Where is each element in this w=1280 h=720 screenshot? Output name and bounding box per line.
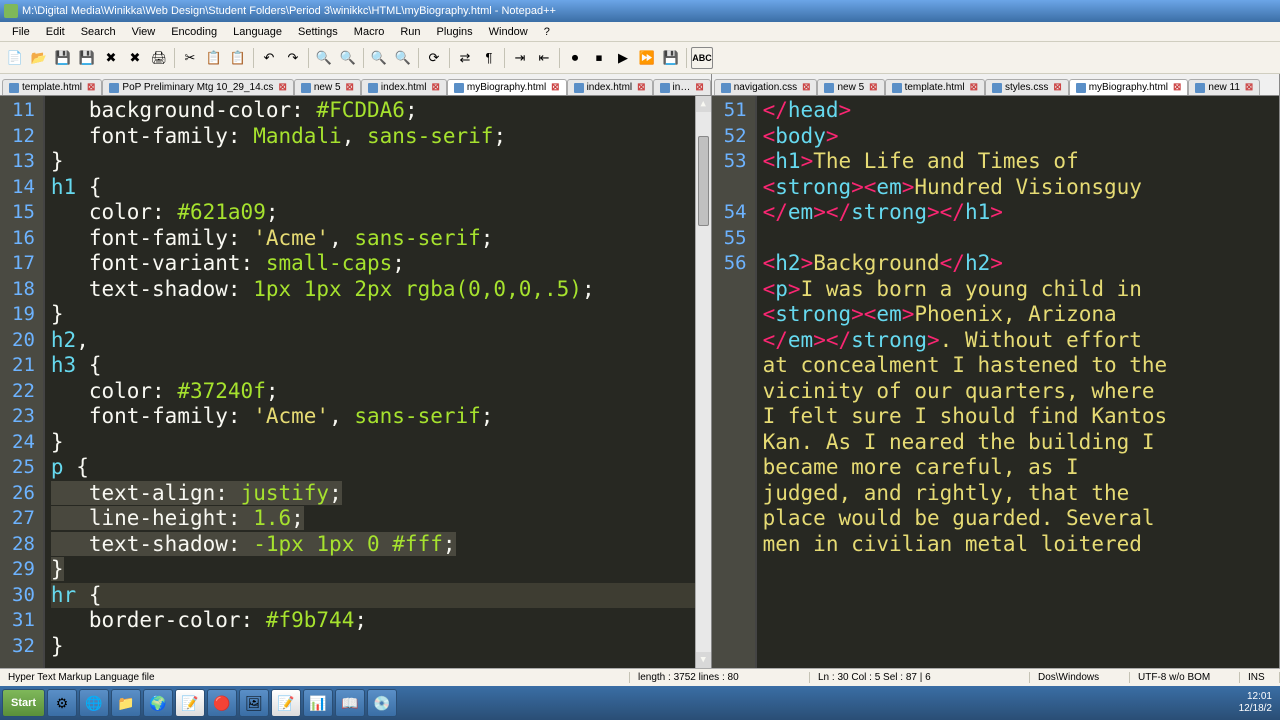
right-tabs: navigation.css⊠new 5⊠template.html⊠style… [712, 74, 1279, 96]
task-app-2[interactable]: 🌐 [79, 689, 109, 717]
tab[interactable]: myBiography.html⊠ [447, 79, 567, 95]
right-pane: navigation.css⊠new 5⊠template.html⊠style… [712, 74, 1280, 668]
task-app-8[interactable]: 📝 [271, 689, 301, 717]
tab[interactable]: template.html⊠ [885, 79, 985, 95]
indent-icon[interactable]: ⇥ [509, 47, 531, 69]
status-length: length : 3752 lines : 80 [630, 672, 810, 683]
menu-language[interactable]: Language [225, 24, 290, 40]
tab[interactable]: new 5⊠ [294, 79, 361, 95]
right-gutter: 515253545556 [712, 96, 755, 668]
status-position: Ln : 30 Col : 5 Sel : 87 | 6 [810, 672, 1030, 683]
menu-encoding[interactable]: Encoding [163, 24, 225, 40]
status-filetype: Hyper Text Markup Language file [0, 672, 630, 683]
scroll-thumb[interactable] [698, 136, 709, 226]
tab[interactable]: new 11⊠ [1188, 79, 1260, 95]
menu-?[interactable]: ? [536, 24, 558, 40]
menu-edit[interactable]: Edit [38, 24, 73, 40]
save-macro-icon[interactable]: 💾 [660, 47, 682, 69]
scroll-up-icon[interactable]: ▲ [696, 96, 711, 112]
right-code[interactable]: </head><body><h1>The Life and Times of <… [755, 96, 1279, 668]
copy-icon[interactable]: 📋 [203, 47, 225, 69]
split-view: template.html⊠PoP Preliminary Mtg 10_29_… [0, 74, 1280, 668]
status-insert: INS [1240, 672, 1280, 683]
task-app-10[interactable]: 📖 [335, 689, 365, 717]
new-file-icon[interactable]: 📄 [4, 47, 26, 69]
menu-settings[interactable]: Settings [290, 24, 346, 40]
toolbar: 📄 📂 💾 💾 ✖ ✖ 🖨 ✂ 📋 📋 ↶ ↷ 🔍 🔍 🔍 🔍 ⟳ ⇄ ¶ ⇥ … [0, 42, 1280, 74]
tab[interactable]: index.html⊠ [567, 79, 653, 95]
play-multi-icon[interactable]: ⏩ [636, 47, 658, 69]
menubar: FileEditSearchViewEncodingLanguageSettin… [0, 22, 1280, 42]
left-editor[interactable]: 1112131415161718192021222324252627282930… [0, 96, 711, 668]
tab[interactable]: new 5⊠ [817, 79, 884, 95]
statusbar: Hyper Text Markup Language file length :… [0, 668, 1280, 686]
system-tray[interactable]: 12:01 12/18/2 [1233, 691, 1278, 715]
menu-search[interactable]: Search [73, 24, 124, 40]
app-icon [4, 4, 18, 18]
spellcheck-icon[interactable]: ABC [691, 47, 713, 69]
left-gutter: 1112131415161718192021222324252627282930… [0, 96, 43, 668]
outdent-icon[interactable]: ⇤ [533, 47, 555, 69]
undo-icon[interactable]: ↶ [258, 47, 280, 69]
left-code[interactable]: background-color: #FCDDA6; font-family: … [43, 96, 711, 668]
tab[interactable]: template.html⊠ [2, 79, 102, 95]
zoom-out-icon[interactable]: 🔍 [392, 47, 414, 69]
paste-icon[interactable]: 📋 [227, 47, 249, 69]
tray-time: 12:01 [1239, 691, 1272, 703]
scroll-down-icon[interactable]: ▼ [696, 652, 711, 668]
task-app-9[interactable]: 📊 [303, 689, 333, 717]
tab[interactable]: PoP Preliminary Mtg 10_29_14.cs⊠ [102, 79, 293, 95]
status-encoding: UTF-8 w/o BOM [1130, 672, 1240, 683]
task-app-3[interactable]: 📁 [111, 689, 141, 717]
left-pane: template.html⊠PoP Preliminary Mtg 10_29_… [0, 74, 712, 668]
status-eol: Dos\Windows [1030, 672, 1130, 683]
find-icon[interactable]: 🔍 [313, 47, 335, 69]
tab[interactable]: styles.css⊠ [985, 79, 1069, 95]
menu-macro[interactable]: Macro [346, 24, 393, 40]
menu-file[interactable]: File [4, 24, 38, 40]
left-tabs: template.html⊠PoP Preliminary Mtg 10_29_… [0, 74, 711, 96]
sync-icon[interactable]: ⟳ [423, 47, 445, 69]
tray-date: 12/18/2 [1239, 703, 1272, 715]
menu-run[interactable]: Run [392, 24, 428, 40]
open-file-icon[interactable]: 📂 [28, 47, 50, 69]
close-icon[interactable]: ✖ [100, 47, 122, 69]
titlebar: M:\Digital Media\Winikka\Web Design\Stud… [0, 0, 1280, 22]
record-icon[interactable]: ⏺ [564, 47, 586, 69]
tab[interactable]: myBiography.html⊠ [1069, 79, 1189, 95]
right-editor[interactable]: 515253545556 </head><body><h1>The Life a… [712, 96, 1279, 668]
replace-icon[interactable]: 🔍 [337, 47, 359, 69]
task-app-6[interactable]: 🔴 [207, 689, 237, 717]
redo-icon[interactable]: ↷ [282, 47, 304, 69]
cut-icon[interactable]: ✂ [179, 47, 201, 69]
zoom-in-icon[interactable]: 🔍 [368, 47, 390, 69]
tab[interactable]: index.html⊠ [361, 79, 447, 95]
left-scrollbar[interactable]: ▲ ▼ [695, 96, 711, 668]
tab[interactable]: navigation.css⊠ [714, 79, 818, 95]
hidden-chars-icon[interactable]: ¶ [478, 47, 500, 69]
task-app-1[interactable]: ⚙ [47, 689, 77, 717]
save-all-icon[interactable]: 💾 [76, 47, 98, 69]
play-icon[interactable]: ▶ [612, 47, 634, 69]
title-text: M:\Digital Media\Winikka\Web Design\Stud… [22, 5, 556, 17]
menu-plugins[interactable]: Plugins [429, 24, 481, 40]
start-label: Start [11, 697, 36, 709]
save-icon[interactable]: 💾 [52, 47, 74, 69]
menu-window[interactable]: Window [481, 24, 536, 40]
taskbar: Start ⚙ 🌐 📁 🌍 📝 🔴 🖼 📝 📊 📖 💿 12:01 12/18/… [0, 686, 1280, 720]
task-app-7[interactable]: 🖼 [239, 689, 269, 717]
close-all-icon[interactable]: ✖ [124, 47, 146, 69]
wrap-icon[interactable]: ⇄ [454, 47, 476, 69]
task-app-4[interactable]: 🌍 [143, 689, 173, 717]
task-app-5[interactable]: 📝 [175, 689, 205, 717]
menu-view[interactable]: View [124, 24, 164, 40]
print-icon[interactable]: 🖨 [148, 47, 170, 69]
task-app-11[interactable]: 💿 [367, 689, 397, 717]
stop-icon[interactable]: ⏹ [588, 47, 610, 69]
start-button[interactable]: Start [2, 689, 45, 717]
tab[interactable]: in…⊠ [653, 79, 711, 95]
